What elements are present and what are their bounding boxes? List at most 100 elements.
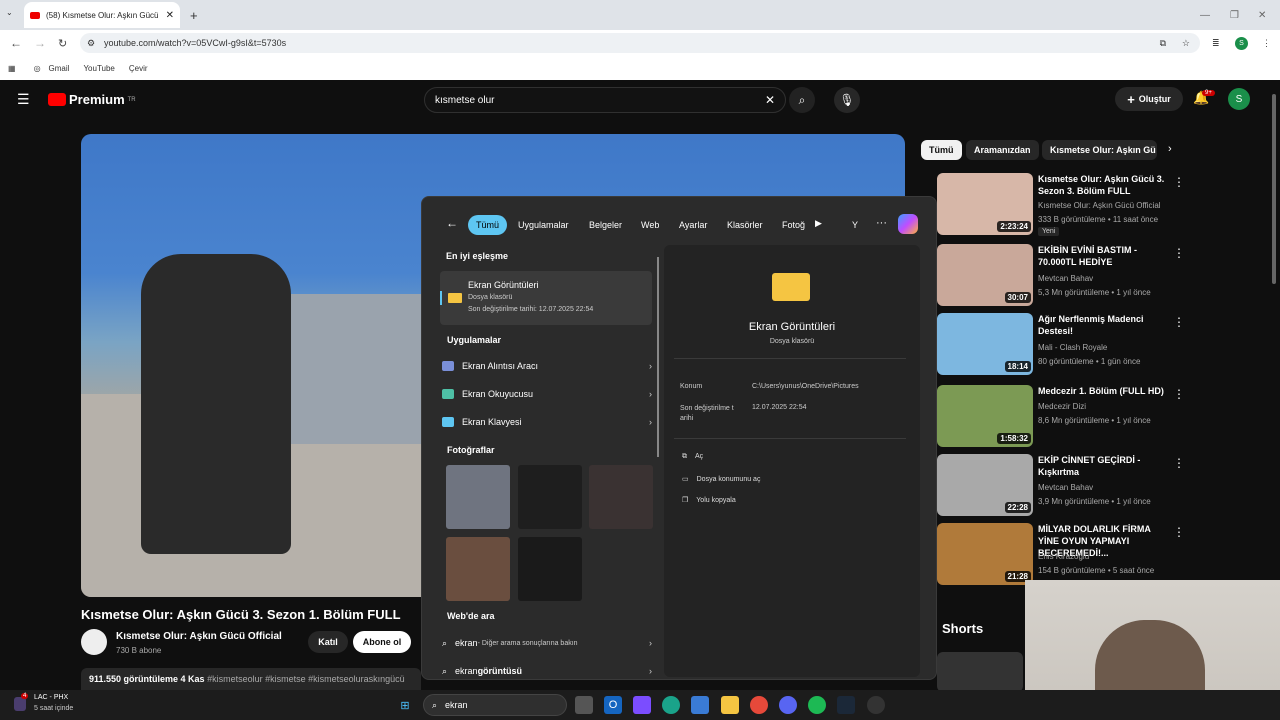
action-copy-path[interactable]: ❐ Yolu kopyala	[682, 496, 736, 504]
related-video[interactable]: 22:28 EKİP CİNNET GEÇİRDİ - Kışkırtma Me…	[937, 454, 1185, 516]
app-onscreen-keyboard[interactable]: Ekran Klavyesi ›	[442, 410, 652, 434]
browser-tab[interactable]: (58) Kısmetse Olur: Aşkın Gücü ✕	[24, 2, 180, 28]
chip-kismetse[interactable]: Kısmetse Olur: Aşkın Gü	[1042, 140, 1157, 160]
recorder-icon[interactable]	[867, 696, 885, 714]
filter-all[interactable]: Tümü	[468, 215, 508, 235]
action-open[interactable]: ⧉ Aç	[682, 453, 703, 461]
chips-next-icon[interactable]: ›	[1168, 143, 1172, 155]
reload-icon[interactable]: ↻	[58, 37, 67, 50]
discord-icon[interactable]	[779, 696, 797, 714]
subscribe-button[interactable]: Abone ol	[353, 631, 411, 653]
file-explorer-icon[interactable]	[721, 696, 739, 714]
store-icon[interactable]	[691, 696, 709, 714]
photo-thumbnail[interactable]	[446, 465, 510, 529]
browser-menu-icon[interactable]: ⋮	[1262, 38, 1271, 49]
forward-icon[interactable]: →	[34, 36, 46, 50]
related-meta: 333 B görüntüleme • 11 saat önce	[1038, 215, 1159, 224]
start-button[interactable]: ⊞	[396, 696, 414, 714]
action-open-location[interactable]: ▭ Dosya konumunu aç	[682, 475, 760, 483]
new-tab-button[interactable]: +	[190, 8, 198, 23]
bookmark-translate[interactable]: Çevir	[129, 64, 148, 73]
related-video[interactable]: 18:14 Ağır Nerflenmiş Madenci Destesi! M…	[937, 313, 1185, 375]
outlook-icon[interactable]: O	[604, 696, 622, 714]
filter-web[interactable]: Web	[633, 215, 667, 235]
filter-documents[interactable]: Belgeler	[581, 215, 630, 235]
apps-grid-icon[interactable]: ▦	[8, 64, 16, 73]
filter-settings[interactable]: Ayarlar	[671, 215, 715, 235]
filter-apps[interactable]: Uygulamalar	[510, 215, 577, 235]
copilot-app-icon[interactable]	[633, 696, 651, 714]
related-video[interactable]: 1:58:32 Medcezir 1. Bölüm (FULL HD) Medc…	[937, 385, 1185, 447]
shorts-thumbnail[interactable]	[937, 652, 1023, 692]
address-bar[interactable]: ⚙ youtube.com/watch?v=05VCwI-g9sI&t=5730…	[80, 33, 1200, 53]
microphone-icon[interactable]: 🎙	[834, 87, 860, 113]
chevron-right-icon[interactable]: ›	[649, 638, 652, 648]
bookmark-youtube[interactable]: YouTube	[83, 64, 114, 73]
site-info-icon[interactable]: ⚙	[87, 38, 95, 49]
chevron-right-icon[interactable]: ›	[649, 389, 652, 399]
weather-title[interactable]: LAC - PHX	[34, 694, 68, 701]
maximize-button[interactable]: ❐	[1230, 10, 1239, 21]
scrollbar[interactable]	[1272, 94, 1276, 284]
copilot-icon[interactable]	[898, 214, 918, 234]
filter-user[interactable]: Y	[844, 215, 866, 235]
related-video[interactable]: 30:07 EKİBİN EVİNİ BASTIM - 70.000TL HED…	[937, 244, 1185, 306]
results-scrollbar[interactable]	[657, 257, 659, 457]
filter-play-icon[interactable]: ▶	[815, 218, 822, 229]
chevron-right-icon[interactable]: ›	[649, 666, 652, 676]
globe-icon[interactable]: ◎	[34, 64, 41, 73]
taskbar-search-input[interactable]: ⌕ ekran	[423, 694, 567, 716]
edge-icon[interactable]	[662, 696, 680, 714]
chevron-right-icon[interactable]: ›	[649, 361, 652, 371]
app-narrator[interactable]: Ekran Okuyucusu ›	[442, 382, 652, 406]
best-match-item[interactable]: Ekran Görüntüleri Dosya klasörü Son deği…	[440, 271, 652, 325]
close-window-button[interactable]: ✕	[1258, 10, 1266, 21]
more-icon[interactable]: ⋮	[1173, 246, 1185, 260]
photo-thumbnail[interactable]	[518, 465, 582, 529]
user-avatar[interactable]: S	[1228, 88, 1250, 110]
tab-search-icon[interactable]: ≣	[1212, 38, 1220, 49]
more-icon[interactable]: ⋮	[1173, 175, 1185, 189]
tab-close-icon[interactable]: ✕	[166, 10, 174, 21]
channel-name[interactable]: Kısmetse Olur: Aşkın Gücü Official	[116, 631, 282, 642]
spotify-icon[interactable]	[808, 696, 826, 714]
photo-thumbnail[interactable]	[446, 537, 510, 601]
profile-avatar[interactable]: S	[1235, 36, 1248, 50]
more-icon[interactable]: ⋮	[1173, 525, 1185, 539]
photo-thumbnail[interactable]	[589, 465, 653, 529]
search-input[interactable]: kısmetse olur ✕	[424, 87, 786, 113]
steam-icon[interactable]	[837, 696, 855, 714]
channel-avatar[interactable]	[81, 629, 107, 655]
chip-all[interactable]: Tümü	[921, 140, 962, 160]
more-icon[interactable]: ⋮	[1173, 315, 1185, 329]
related-video[interactable]: 21:28 MİLYAR DOLARLIK FİRMA YİNE OYUN YA…	[937, 523, 1185, 585]
filter-folders[interactable]: Klasörler	[719, 215, 771, 235]
bookmark-gmail[interactable]: Gmail	[49, 64, 70, 73]
clear-search-icon[interactable]: ✕	[765, 93, 775, 107]
bookmark-star-icon[interactable]: ☆	[1182, 38, 1190, 49]
back-icon[interactable]: ←	[10, 36, 22, 50]
app-snipping-tool[interactable]: Ekran Alıntısı Aracı ›	[442, 354, 652, 378]
more-options-icon[interactable]: ···	[876, 217, 887, 229]
task-view-icon[interactable]	[575, 696, 593, 714]
more-icon[interactable]: ⋮	[1173, 456, 1185, 470]
hamburger-menu-icon[interactable]: ☰	[17, 91, 30, 108]
install-icon[interactable]: ⧉	[1160, 38, 1166, 49]
youtube-logo[interactable]: Premium TR	[48, 92, 136, 107]
search-button[interactable]: ⌕	[789, 87, 815, 113]
photo-thumbnail[interactable]	[518, 537, 582, 601]
related-video[interactable]: 2:23:24 Kısmetse Olur: Aşkın Gücü 3. Sez…	[937, 173, 1185, 236]
chrome-icon[interactable]	[750, 696, 768, 714]
web-result-screenshot[interactable]: ⌕ ekran görüntüsü ›	[442, 659, 652, 683]
weather-icon[interactable]	[14, 697, 26, 711]
chevron-right-icon[interactable]: ›	[649, 417, 652, 427]
minimize-button[interactable]: —	[1200, 10, 1210, 21]
back-arrow-icon[interactable]: ←	[446, 216, 458, 230]
join-button[interactable]: Katıl	[308, 631, 348, 653]
filter-photos[interactable]: Fotoğ	[774, 215, 813, 235]
tab-menu-button[interactable]: ⌄	[6, 8, 20, 22]
chip-from-search[interactable]: Aramanızdan	[966, 140, 1039, 160]
create-button[interactable]: + Oluştur	[1115, 87, 1183, 111]
web-result-ekran[interactable]: ⌕ ekran - Diğer arama sonuçlarına bakın …	[442, 631, 652, 655]
more-icon[interactable]: ⋮	[1173, 387, 1185, 401]
